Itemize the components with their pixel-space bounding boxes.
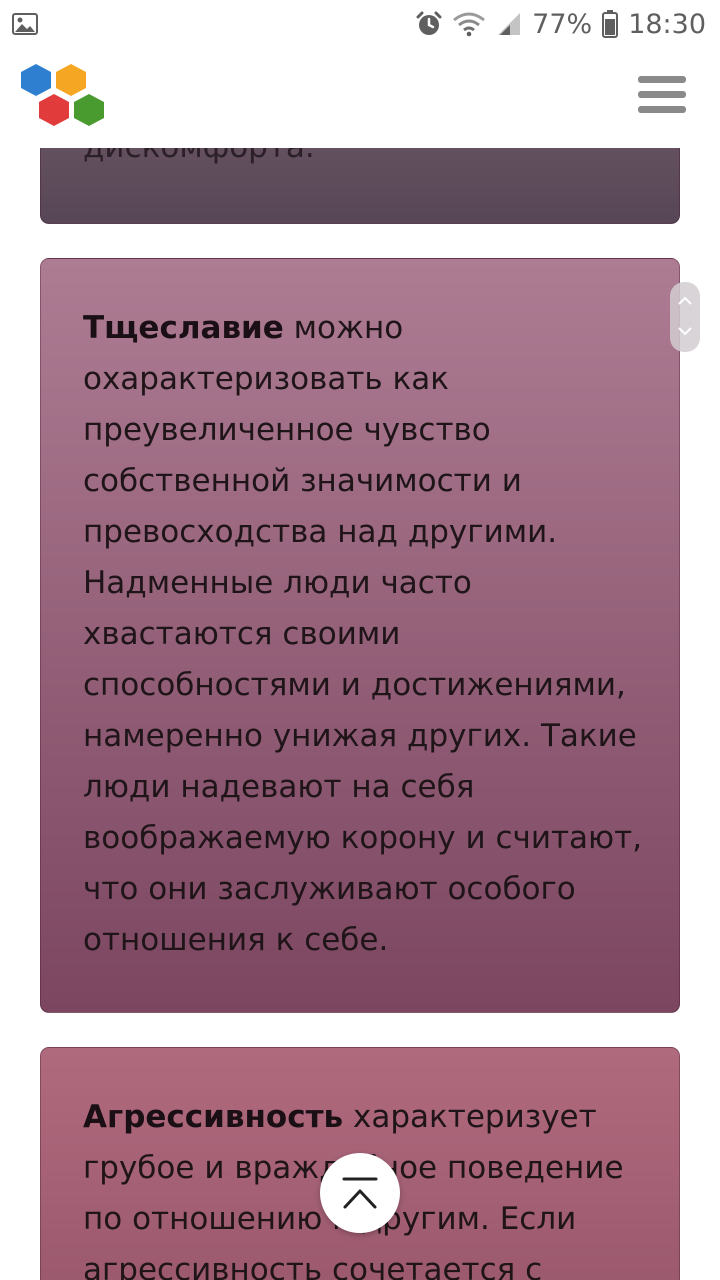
menu-bar <box>638 106 686 113</box>
battery-icon <box>602 10 619 38</box>
hexagon-logo[interactable] <box>18 62 110 132</box>
hamburger-menu-button[interactable] <box>638 76 686 118</box>
card-vanity-body: можно охарактеризовать как преувеличенно… <box>83 310 643 958</box>
status-right-group: 77% 18:30 <box>416 6 706 42</box>
card-vanity: Тщеславие можно охарактеризовать как пре… <box>40 258 680 1013</box>
signal-icon <box>498 13 521 35</box>
chevron-up-icon <box>342 1177 378 1209</box>
alarm-icon <box>416 11 442 35</box>
menu-bar <box>638 91 686 98</box>
scroll-handle[interactable] <box>670 282 700 352</box>
screen: 77% 18:30 дискомфорта. Тщеславие <box>0 0 720 1280</box>
status-bar: 77% 18:30 <box>0 0 720 48</box>
gallery-icon <box>12 13 38 35</box>
menu-bar <box>638 76 686 83</box>
wifi-icon <box>453 12 486 37</box>
chevron-down-icon <box>678 327 692 336</box>
clock-time: 18:30 <box>628 8 706 40</box>
back-to-top-button[interactable] <box>320 1153 400 1233</box>
chevron-up-icon <box>678 296 692 305</box>
card-vanity-term: Тщеславие <box>83 310 284 346</box>
card-aggression-term: Агрессивность <box>83 1099 344 1135</box>
battery-percent: 77% <box>532 8 593 40</box>
card-vanity-text: Тщеславие можно охарактеризовать как пре… <box>83 303 658 966</box>
site-header <box>0 48 720 148</box>
